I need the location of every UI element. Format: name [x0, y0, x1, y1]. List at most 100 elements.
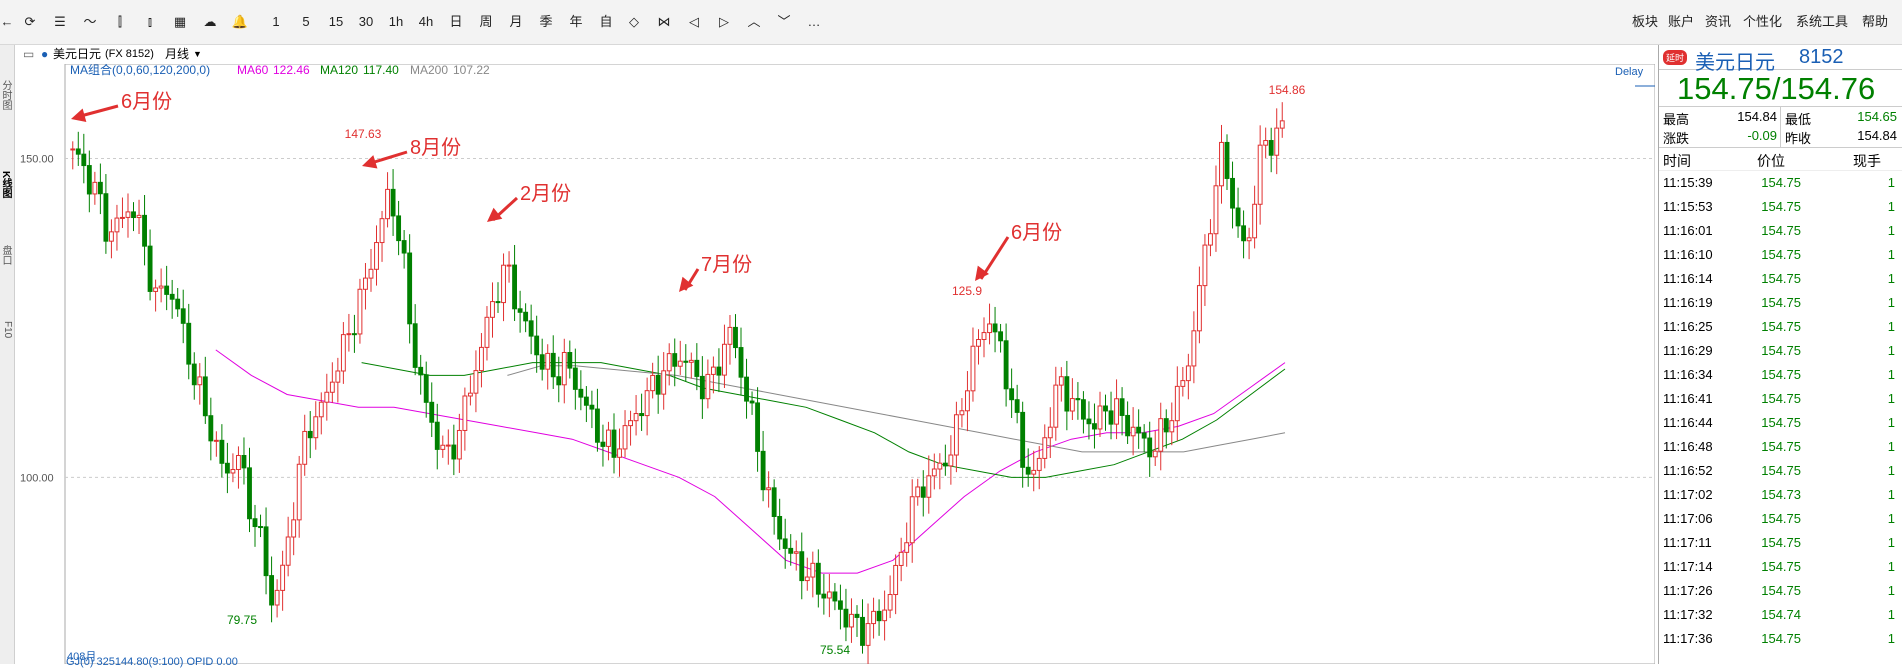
candle-body [1130, 426, 1136, 437]
trade-row: 11:16:01 154.75 1 [1659, 219, 1902, 243]
candle-body [810, 562, 816, 578]
candle-body [821, 593, 827, 599]
candle-body [1224, 141, 1230, 179]
period-10[interactable]: 年 [564, 12, 588, 32]
expand-icon[interactable]: ● [41, 45, 48, 63]
tab-kline[interactable]: K线图 [0, 155, 13, 215]
move-left-icon[interactable]: ◁ [682, 12, 706, 32]
candle-body [998, 331, 1004, 342]
candle-body [528, 320, 534, 337]
ma120-value: 117.40 [363, 64, 399, 77]
candle-body [1097, 405, 1103, 430]
trade-time: 11:17:11 [1663, 535, 1712, 550]
menu-1[interactable]: 账户 [1668, 12, 1694, 32]
grid-icon[interactable]: ▦ [168, 12, 192, 32]
candle-body [440, 444, 446, 450]
candle-body [473, 370, 479, 394]
menu-0[interactable]: 板块 [1632, 12, 1658, 32]
candle-body [81, 153, 87, 167]
candle-body [672, 353, 678, 367]
menu-4[interactable]: 系统工具 [1796, 12, 1848, 32]
arrow-left-icon[interactable]: ← [0, 12, 14, 32]
candle-body [766, 487, 772, 491]
refresh-icon[interactable]: ⟳ [18, 12, 42, 32]
candle-body [346, 333, 352, 336]
tab-orderbook[interactable]: 盘口 [0, 235, 13, 275]
candle-body [1274, 127, 1280, 156]
candle-body [1230, 177, 1235, 209]
zoom-in-icon[interactable]: ◇ [622, 12, 646, 32]
candlestick-icon[interactable]: ⫿ [108, 12, 132, 32]
trade-price: 154.75 [1761, 439, 1801, 454]
ma200-value: 107.22 [453, 64, 490, 77]
trade-volume: 1 [1887, 415, 1895, 430]
list-icon[interactable]: ☰ [48, 12, 72, 32]
candle-body [418, 366, 424, 376]
candle-body [710, 366, 716, 375]
period-0[interactable]: 1 [264, 12, 288, 32]
bar-chart-icon[interactable]: ⫾ [138, 12, 162, 32]
candle-body [1213, 185, 1219, 235]
candle-body [1241, 225, 1247, 242]
kline-chart[interactable]: 150.00 100.00 154.86 147.63 125.9 79.75 75.54… [15, 62, 1656, 666]
candle-body [837, 600, 843, 610]
collapse-icon[interactable]: ▭ [23, 45, 34, 63]
candle-body [479, 346, 484, 372]
period-7[interactable]: 周 [474, 12, 498, 32]
period-selector[interactable]: 月线 [165, 45, 189, 63]
period-9[interactable]: 季 [534, 12, 558, 32]
expand-up-icon[interactable]: ︿ [742, 12, 766, 32]
candle-body [108, 231, 114, 242]
candle-body [909, 496, 915, 544]
trade-volume: 1 [1887, 391, 1895, 406]
period-2[interactable]: 15 [324, 12, 348, 32]
line-chart-icon[interactable]: 〜 [78, 12, 102, 32]
trade-price: 154.75 [1761, 535, 1801, 550]
candle-body [484, 316, 490, 348]
tab-intraday[interactable]: 分时图 [0, 65, 13, 125]
period-3[interactable]: 30 [354, 12, 378, 32]
candle-body [219, 439, 225, 464]
move-right-icon[interactable]: ▷ [712, 12, 736, 32]
period-11[interactable]: 自 [594, 12, 618, 32]
quote-price: 154.75/154.76 [1677, 71, 1876, 106]
menu-3[interactable]: 个性化 [1743, 12, 1782, 32]
candle-body [628, 420, 633, 427]
candle-body [545, 352, 551, 370]
candle-body [363, 277, 368, 290]
more-icon[interactable]: … [802, 12, 826, 32]
candle-body [291, 519, 297, 538]
period-8[interactable]: 月 [504, 12, 528, 32]
cloud-icon[interactable]: ☁ [198, 12, 222, 32]
candle-body [882, 609, 888, 622]
trade-price: 154.74 [1761, 607, 1801, 622]
candle-body [617, 448, 622, 458]
period-5[interactable]: 4h [414, 12, 438, 32]
peak-price-label: 125.9 [952, 284, 982, 298]
candle-body [661, 370, 667, 395]
menu-2[interactable]: 资讯 [1705, 12, 1731, 32]
trade-volume: 1 [1887, 463, 1895, 478]
change-label: 涨跌 [1663, 131, 1690, 146]
high-price-label: 154.86 [1269, 83, 1306, 97]
period-6[interactable]: 日 [444, 12, 468, 32]
candle-body [970, 345, 976, 392]
trade-time: 11:16:48 [1663, 439, 1713, 454]
candle-body [456, 429, 462, 460]
zoom-out-icon[interactable]: ⋈ [652, 12, 676, 32]
menu-5[interactable]: 帮助 [1862, 12, 1888, 32]
bell-icon[interactable]: 🔔 [228, 12, 252, 32]
period-1[interactable]: 5 [294, 12, 318, 32]
ma-combo-label[interactable]: MA组合(0,0,60,120,200,0) [70, 62, 210, 77]
trade-volume: 1 [1887, 247, 1895, 262]
candle-body [788, 547, 794, 554]
candle-body [335, 370, 341, 383]
trade-price: 154.75 [1761, 199, 1801, 214]
tab-f10[interactable]: F10 [0, 305, 13, 355]
candle-body [1069, 398, 1075, 412]
candle-body [92, 181, 98, 195]
candle-body [191, 363, 197, 386]
chevron-down-icon[interactable]: ▼ [193, 45, 202, 63]
expand-down-icon[interactable]: ﹀ [772, 12, 796, 32]
period-4[interactable]: 1h [384, 12, 408, 32]
